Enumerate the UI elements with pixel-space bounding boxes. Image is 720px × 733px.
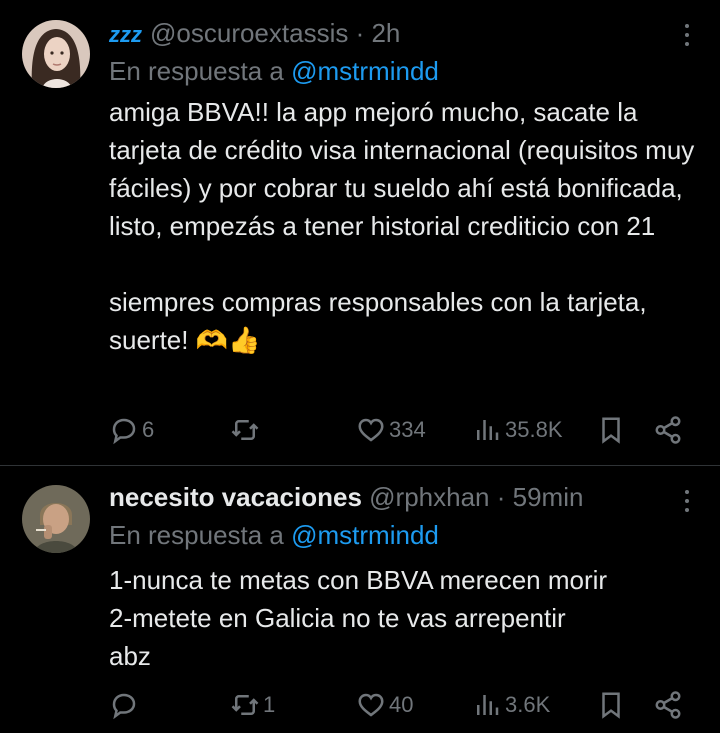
reply-mention-link[interactable]: @mstrmindd xyxy=(291,520,439,550)
views-button[interactable]: 3.6K xyxy=(472,687,550,723)
tweet-header: zzz @oscuroextassis · 2h xyxy=(109,18,400,50)
tweet-paragraph: amiga BBVA!! la app mejoró mucho, sacate… xyxy=(109,97,695,241)
reply-mention-link[interactable]: @mstrmindd xyxy=(291,56,439,86)
action-bar: 6 334 35.8K xyxy=(0,412,720,448)
reply-button[interactable]: 6 xyxy=(109,412,154,448)
reply-prefix: En respuesta a xyxy=(109,520,284,550)
reply-context: En respuesta a @mstrmindd xyxy=(109,520,439,550)
reply-count: 6 xyxy=(142,417,155,442)
tweet[interactable]: necesito vacaciones @rphxhan · 59min En … xyxy=(0,466,720,733)
tweet-paragraph: 1-nunca te metas con BBVA merecen morir xyxy=(109,565,608,595)
display-name[interactable]: necesito vacaciones xyxy=(109,482,362,512)
view-count: 3.6K xyxy=(505,692,551,717)
timestamp[interactable]: 2h xyxy=(371,18,400,48)
bookmark-button[interactable] xyxy=(596,687,626,723)
bookmark-icon xyxy=(602,417,620,444)
tweet-text: amiga BBVA!! la app mejoró mucho, sacate… xyxy=(109,93,699,359)
like-count: 334 xyxy=(389,417,426,442)
view-count: 35.8K xyxy=(505,417,563,442)
tweet-paragraph: abz xyxy=(109,641,151,671)
like-icon xyxy=(358,693,384,717)
repost-button[interactable] xyxy=(230,412,263,448)
zzz-icon: zzz xyxy=(109,22,142,47)
bookmark-icon xyxy=(602,692,620,719)
reply-context: En respuesta a @mstrmindd xyxy=(109,56,439,86)
action-bar: 1 40 3.6K xyxy=(0,687,720,723)
avatar-image xyxy=(22,20,90,88)
views-icon xyxy=(477,695,499,715)
repost-icon xyxy=(231,695,259,715)
views-button[interactable]: 35.8K xyxy=(472,412,563,448)
views-icon xyxy=(477,420,499,440)
tweet[interactable]: zzz @oscuroextassis · 2h En respuesta a @… xyxy=(0,0,720,465)
timestamp[interactable]: 59min xyxy=(513,482,584,512)
tweet-paragraph: 2-metete en Galicia no te vas arrepentir xyxy=(109,603,566,633)
tweet-paragraph: siempres compras responsables con la tar… xyxy=(109,287,647,355)
separator-dot: · xyxy=(348,18,372,48)
bookmark-button[interactable] xyxy=(596,412,626,448)
separator-dot: · xyxy=(489,482,513,512)
more-icon[interactable] xyxy=(684,24,690,46)
repost-count: 1 xyxy=(263,692,276,717)
user-handle[interactable]: @rphxhan xyxy=(369,482,489,512)
repost-button[interactable]: 1 xyxy=(230,687,275,723)
reply-button[interactable] xyxy=(109,687,142,723)
user-handle[interactable]: @oscuroextassis xyxy=(150,18,348,48)
like-button[interactable]: 40 xyxy=(356,687,413,723)
share-icon xyxy=(655,416,681,444)
more-icon[interactable] xyxy=(684,490,690,512)
like-icon xyxy=(358,418,384,442)
avatar[interactable] xyxy=(22,485,90,553)
like-count: 40 xyxy=(389,692,414,717)
avatar[interactable] xyxy=(22,20,90,88)
share-icon xyxy=(655,691,681,719)
avatar-image xyxy=(22,485,90,553)
share-button[interactable] xyxy=(653,687,683,723)
tweet-text: 1-nunca te metas con BBVA merecen morir … xyxy=(109,561,699,675)
reply-icon xyxy=(112,693,136,720)
tweet-header: necesito vacaciones @rphxhan · 59min xyxy=(109,482,583,512)
reply-prefix: En respuesta a xyxy=(109,56,284,86)
repost-icon xyxy=(231,420,259,440)
like-button[interactable]: 334 xyxy=(356,412,426,448)
reply-icon xyxy=(112,418,136,445)
share-button[interactable] xyxy=(653,412,683,448)
